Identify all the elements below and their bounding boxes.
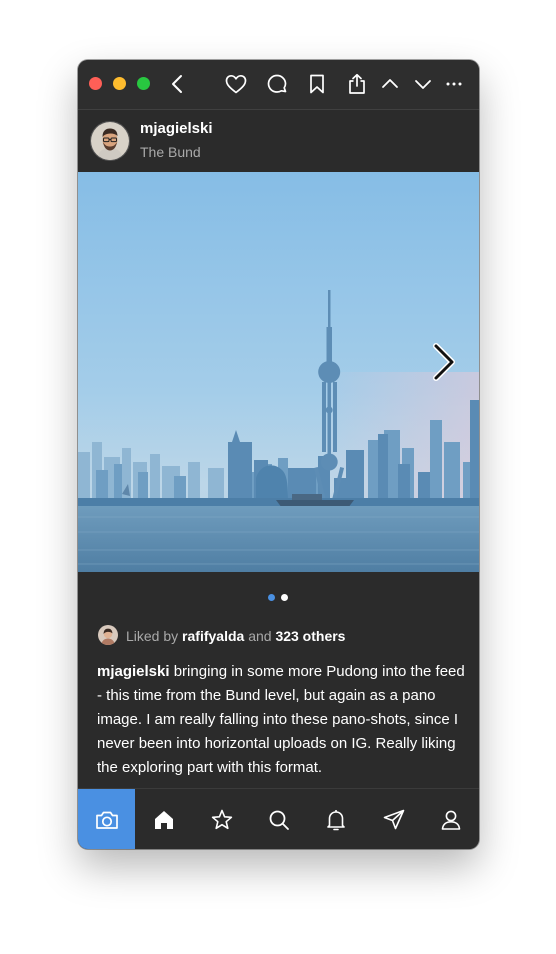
tab-profile[interactable] (422, 789, 479, 849)
skyline-image (78, 172, 479, 572)
bell-icon (323, 807, 349, 833)
next-photo-icon[interactable] (428, 340, 458, 384)
chevron-up-icon[interactable] (378, 72, 402, 96)
likes-prefix: Liked by (126, 628, 179, 644)
likes-others-link[interactable]: 323 others (275, 628, 345, 644)
post-location[interactable]: The Bund (140, 144, 201, 160)
post-header: mjagielski The Bund (78, 110, 479, 172)
carousel-dot-active[interactable] (268, 594, 275, 601)
caption-author[interactable]: mjagielski (97, 663, 170, 680)
carousel-indicator (78, 592, 479, 602)
liker-avatar[interactable] (98, 625, 118, 645)
avatar[interactable] (90, 121, 130, 161)
camera-icon (94, 807, 120, 833)
tab-notifications[interactable] (307, 789, 364, 849)
zoom-window-button[interactable] (137, 77, 150, 90)
comment-icon[interactable] (265, 72, 289, 96)
likes-summary: Liked by rafifyalda and 323 others (126, 628, 345, 644)
back-chevron-icon[interactable] (166, 72, 190, 96)
post-username[interactable]: mjagielski (140, 120, 213, 137)
likes-connector: and (248, 628, 272, 644)
minimize-window-button[interactable] (113, 77, 126, 90)
title-bar (78, 60, 479, 110)
profile-icon (438, 807, 464, 833)
liker-username[interactable]: rafifyalda (182, 628, 244, 644)
chevron-down-icon[interactable] (411, 72, 435, 96)
close-window-button[interactable] (89, 77, 102, 90)
star-icon (209, 807, 235, 833)
send-icon (381, 807, 407, 833)
likes-row: Liked by rafifyalda and 323 others (98, 625, 468, 645)
post-caption: mjagielski bringing in some more Pudong … (97, 660, 465, 780)
tab-direct[interactable] (365, 789, 422, 849)
tab-favorites[interactable] (193, 789, 250, 849)
bottom-tab-bar (78, 788, 479, 849)
tab-search[interactable] (250, 789, 307, 849)
bookmark-icon[interactable] (305, 72, 329, 96)
share-icon[interactable] (345, 72, 369, 96)
tab-home[interactable] (135, 789, 192, 849)
more-icon[interactable] (442, 72, 466, 96)
post-photo[interactable] (78, 172, 479, 572)
heart-icon[interactable] (224, 72, 248, 96)
carousel-dot[interactable] (281, 594, 288, 601)
tab-camera[interactable] (78, 789, 135, 849)
home-icon (151, 807, 177, 833)
search-icon (266, 807, 292, 833)
app-window: mjagielski The Bund Liked by rafifyalda … (78, 60, 479, 849)
